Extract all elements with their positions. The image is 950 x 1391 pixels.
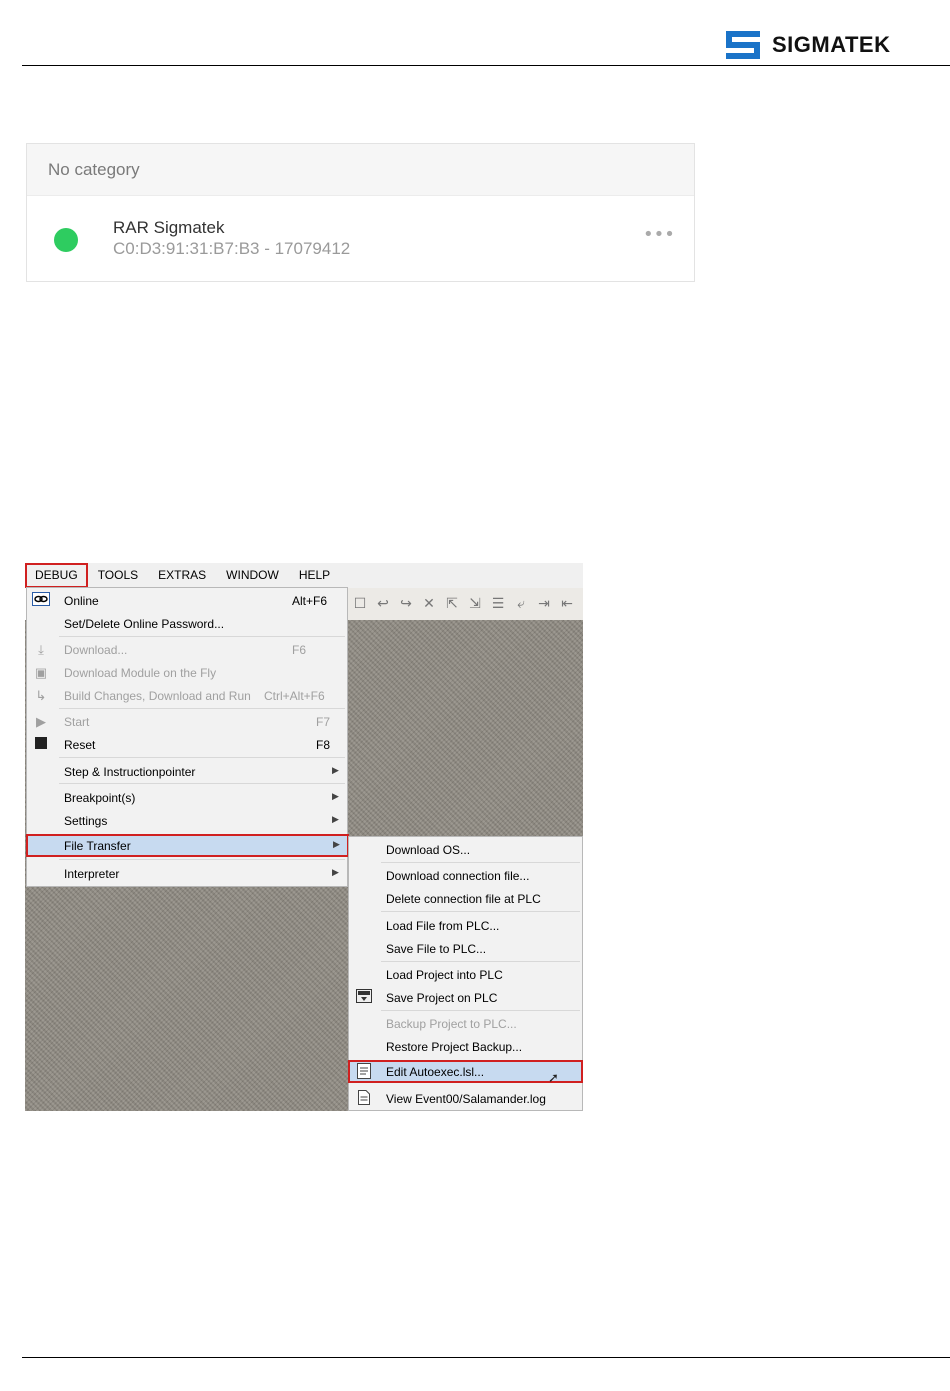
submenu-edit-autoexec[interactable]: Edit Autoexec.lsl... ➚	[348, 1060, 583, 1085]
menu-item-interpreter[interactable]: Interpreter ▶	[27, 862, 347, 885]
menu-item-download[interactable]: ⤓ Download... F6	[27, 638, 347, 661]
submenu-load-file[interactable]: Load File from PLC...	[349, 914, 582, 937]
wrap-icon[interactable]: ⤶	[512, 595, 530, 613]
submenu-load-project[interactable]: Load Project into PLC	[349, 963, 582, 986]
device-name: RAR Sigmatek	[113, 218, 225, 237]
menu-item-start[interactable]: ▶ Start F7	[27, 710, 347, 733]
menu-item-settings[interactable]: Settings ▶	[27, 809, 347, 832]
category-header: No category	[27, 144, 694, 196]
device-card: No category RAR Sigmatek C0:D3:91:31:B7:…	[26, 143, 695, 282]
more-options-icon[interactable]: •••	[643, 224, 675, 245]
menu-item-online[interactable]: Online Alt+F6	[27, 589, 347, 612]
chevron-right-icon: ▶	[333, 839, 340, 849]
submenu-download-connection[interactable]: Download connection file...	[349, 864, 582, 887]
menu-item-download-module[interactable]: ▣ Download Module on the Fly	[27, 661, 347, 684]
menu-separator	[381, 961, 580, 962]
export-icon[interactable]: ⇱	[443, 595, 461, 613]
undo-arrow-icon[interactable]: ↩	[374, 595, 392, 613]
footer-divider	[22, 1357, 950, 1358]
menu-separator	[59, 708, 345, 709]
header-divider	[22, 65, 950, 66]
play-icon: ▶	[36, 714, 46, 729]
menu-help[interactable]: HELP	[289, 564, 340, 587]
toolbar: ☐ ↩ ↪ ✕ ⇱ ⇲ ☰ ⤶ ⇥ ⇤	[347, 588, 583, 620]
redo-arrow-icon[interactable]: ↪	[397, 595, 415, 613]
device-id: C0:D3:91:31:B7:B3 - 17079412	[113, 239, 351, 258]
submenu-save-project[interactable]: Save Project on PLC	[349, 986, 582, 1009]
align-icon[interactable]: ☰	[489, 595, 507, 613]
stop-icon	[32, 736, 50, 753]
delete-icon[interactable]: ✕	[420, 595, 438, 613]
sigmatek-logo-icon	[726, 31, 760, 59]
chevron-right-icon: ▶	[332, 867, 339, 877]
menu-separator	[381, 1010, 580, 1011]
sigmatek-logo: SIGMATEK	[726, 30, 890, 60]
logo-text: SIGMATEK	[772, 32, 891, 57]
submenu-save-file[interactable]: Save File to PLC...	[349, 937, 582, 960]
submenu-view-event[interactable]: View Event00/Salamander.log	[349, 1087, 582, 1110]
status-dot-icon	[54, 228, 78, 252]
submenu-restore-backup[interactable]: Restore Project Backup...	[349, 1035, 582, 1058]
download-icon: ⤓	[38, 642, 44, 657]
ide-screenshot: DEBUG TOOLS EXTRAS WINDOW HELP ☐ ↩ ↪ ✕ ⇱…	[25, 563, 583, 1111]
indent-icon[interactable]: ⇥	[535, 595, 553, 613]
online-link-icon	[32, 592, 50, 609]
submenu-backup-project[interactable]: Backup Project to PLC...	[349, 1012, 582, 1035]
menu-separator	[381, 862, 580, 863]
build-run-icon: ↳	[35, 688, 47, 703]
save-project-icon	[355, 989, 373, 1006]
import-icon[interactable]: ⇲	[466, 595, 484, 613]
menu-debug[interactable]: DEBUG	[25, 563, 88, 588]
comment-icon[interactable]: ☐	[351, 595, 369, 613]
menu-separator	[381, 911, 580, 912]
outdent-icon[interactable]: ⇤	[558, 595, 576, 613]
menu-item-step[interactable]: Step & Instructionpointer ▶	[27, 760, 347, 783]
log-file-icon	[355, 1090, 373, 1107]
chevron-right-icon: ▶	[332, 765, 339, 775]
debug-menu: Online Alt+F6 Set/Delete Online Password…	[26, 587, 349, 887]
menu-item-file-transfer[interactable]: File Transfer ▶	[26, 834, 349, 857]
menu-window[interactable]: WINDOW	[216, 564, 289, 587]
module-icon: ▣	[34, 665, 48, 680]
menu-tools[interactable]: TOOLS	[88, 564, 148, 587]
menu-item-reset[interactable]: Reset F8	[27, 733, 347, 756]
chevron-right-icon: ▶	[332, 791, 339, 801]
device-row[interactable]: RAR Sigmatek C0:D3:91:31:B7:B3 - 1707941…	[27, 196, 694, 280]
menu-item-online-password[interactable]: Set/Delete Online Password...	[27, 612, 347, 635]
submenu-download-os[interactable]: Download OS...	[349, 838, 582, 861]
menu-separator	[59, 636, 345, 637]
mouse-cursor-icon: ➚	[548, 1070, 559, 1085]
chevron-right-icon: ▶	[332, 814, 339, 824]
menu-item-build-changes[interactable]: ↳ Build Changes, Download and Run Ctrl+A…	[27, 684, 347, 707]
menu-separator	[59, 757, 345, 758]
menu-item-breakpoints[interactable]: Breakpoint(s) ▶	[27, 786, 347, 809]
menu-separator	[59, 783, 345, 784]
menu-bar: DEBUG TOOLS EXTRAS WINDOW HELP	[25, 563, 583, 588]
edit-file-icon	[355, 1063, 373, 1080]
submenu-delete-connection[interactable]: Delete connection file at PLC	[349, 887, 582, 910]
menu-extras[interactable]: EXTRAS	[148, 564, 216, 587]
menu-separator	[59, 859, 345, 860]
file-transfer-submenu: Download OS... Download connection file.…	[348, 836, 583, 1111]
